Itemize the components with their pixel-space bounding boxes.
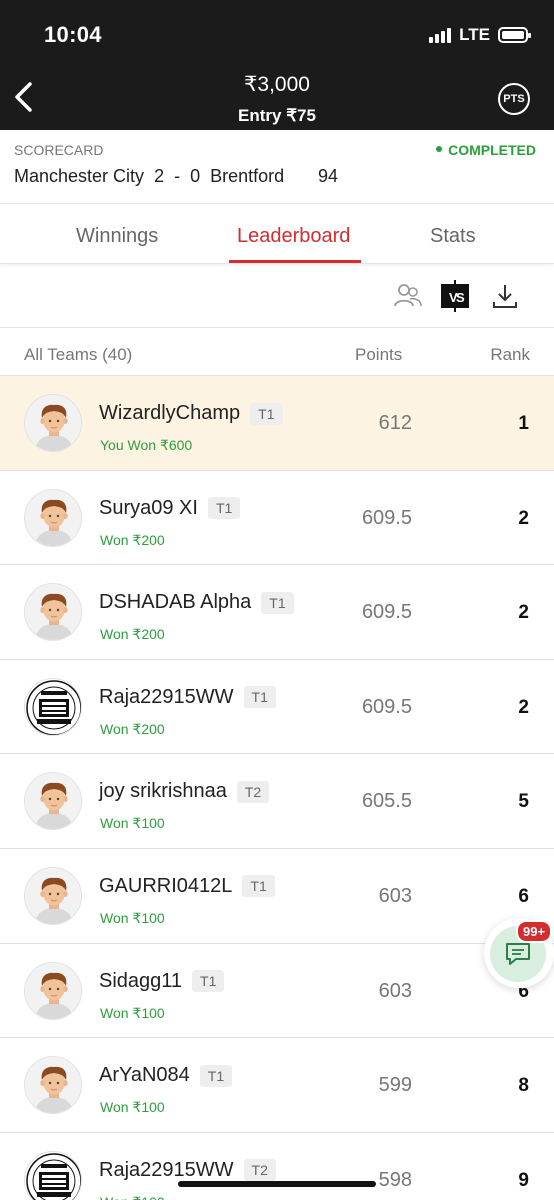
leaderboard-toolbar: V S (0, 264, 554, 328)
team-rank: 2 (518, 696, 529, 718)
winnings-text: Won ₹200 (100, 720, 165, 737)
match-status: COMPLETED (436, 142, 536, 158)
contest-entry-fee: Entry ₹75 (238, 106, 316, 125)
signal-icon (429, 27, 452, 43)
team-rank: 9 (518, 1169, 529, 1191)
team-tag: T1 (250, 402, 283, 425)
team-points: 609.5 (361, 506, 412, 529)
active-tab-indicator (229, 260, 361, 263)
leaderboard-row[interactable]: DSHADAB Alpha T1 Won ₹200 609.5 2 (0, 565, 554, 660)
users-compare-icon[interactable] (393, 282, 423, 310)
team-points: 605.5 (361, 790, 412, 813)
team-tag: T1 (242, 875, 275, 898)
team-owner-name: DSHADAB Alpha (99, 591, 252, 614)
avatar (24, 677, 82, 736)
team-points: 609.5 (361, 601, 412, 624)
team1-score: 2 (154, 166, 165, 186)
tab-winnings[interactable]: Winnings (76, 225, 158, 248)
team-tag: T2 (243, 1159, 276, 1182)
app-header: 10:04 LTE ₹3,000 Entry ₹75 PTS (0, 0, 554, 130)
team-owner-name: Raja22915WW (99, 685, 234, 708)
tab-leaderboard[interactable]: Leaderboard (237, 225, 350, 248)
team-tag: T2 (236, 780, 270, 803)
team-tag: T1 (199, 1064, 233, 1087)
vs-icon[interactable]: V S (440, 280, 470, 312)
team-owner-name: Raja22915WW (99, 1158, 234, 1181)
leaderboard-row[interactable]: GAURRI0412L T1 Won ₹100 603 6 (0, 848, 554, 944)
team-tag: T1 (243, 686, 276, 709)
status-time: 10:04 (44, 22, 102, 47)
leaderboard-row[interactable]: ArYaN084 T1 Won ₹100 599 8 (0, 1038, 554, 1133)
team2-score: 0 (190, 166, 201, 186)
all-teams-count: All Teams (40) (24, 345, 133, 364)
team-tag: T1 (192, 970, 225, 993)
avatar (24, 772, 82, 831)
avatar (24, 488, 82, 547)
points-system-button[interactable]: PTS (498, 83, 530, 115)
team-points: 609.5 (361, 695, 412, 718)
team-owner-name: Surya09 XI (99, 496, 198, 519)
avatar (24, 1056, 82, 1115)
leaderboard-row[interactable]: Sidagg11 T1 Won ₹100 603 6 (0, 943, 554, 1039)
team-tag: T1 (261, 591, 294, 614)
avatar (24, 961, 82, 1020)
leaderboard-row[interactable]: joy srikrishnaa T2 Won ₹100 605.5 5 (0, 754, 554, 849)
contest-prize: ₹3,000 (244, 73, 310, 96)
winnings-text: Won ₹100 (100, 1004, 165, 1021)
team-rank: 2 (518, 602, 529, 624)
winnings-text: Won ₹100 (100, 815, 165, 832)
avatar (24, 394, 82, 452)
rank-column-header: Rank (490, 345, 530, 364)
team-tag: T1 (207, 497, 241, 520)
leaderboard-row[interactable]: Surya09 XI T1 Won ₹200 609.5 2 (0, 470, 554, 566)
leaderboard-row[interactable]: WizardlyChamp T1 You Won ₹600 612 1 (0, 376, 554, 471)
team-points: 612 (378, 412, 412, 434)
team2-name: Brentford (210, 166, 285, 186)
team-rank: 2 (518, 507, 529, 529)
team-points: 603 (378, 884, 412, 907)
status-bar: 10:04 LTE (0, 0, 554, 70)
team-points: 599 (378, 1074, 412, 1097)
chat-unread-badge: 99+ (516, 920, 553, 943)
team-rank: 1 (518, 413, 529, 434)
leaderboard-list: WizardlyChamp T1 You Won ₹600 612 1 Sury… (0, 376, 554, 1200)
avatar (24, 1150, 82, 1200)
avatar (24, 583, 82, 642)
team1-name: Manchester City (14, 166, 145, 186)
team-owner-name: WizardlyChamp (99, 402, 241, 424)
winnings-text: Won ₹100 (100, 1099, 165, 1116)
winnings-text: Won ₹100 (100, 1194, 165, 1200)
network-label: LTE (459, 25, 490, 44)
svg-text:S: S (456, 290, 465, 305)
winnings-text: You Won ₹600 (100, 437, 193, 453)
team-rank: 5 (518, 791, 529, 813)
status-dot-icon (436, 146, 443, 153)
winnings-text: Won ₹200 (100, 626, 165, 643)
winnings-text: Won ₹200 (100, 531, 165, 548)
chat-icon (506, 943, 530, 965)
home-indicator (178, 1181, 376, 1187)
tab-stats[interactable]: Stats (430, 225, 476, 248)
team-owner-name: GAURRI0412L (99, 874, 233, 897)
leaderboard-row[interactable]: Raja22915WW T2 Won ₹100 598 9 (0, 1132, 554, 1200)
match-score: Manchester City 2 - 0 Brentford (14, 166, 284, 187)
team-rank: 8 (518, 1075, 529, 1097)
contest-tabs: Winnings Leaderboard Stats (0, 204, 554, 264)
points-column-header: Points (355, 345, 403, 364)
winnings-text: Won ₹100 (100, 909, 165, 926)
status-indicators: LTE (429, 25, 531, 45)
team-owner-name: ArYaN084 (99, 1064, 190, 1087)
team-rank: 6 (518, 885, 529, 907)
leaderboard-header: All Teams (40) Points Rank (0, 328, 554, 376)
battery-icon (498, 27, 531, 43)
team-owner-name: Sidagg11 (99, 969, 183, 992)
scorecard: SCORECARD COMPLETED Manchester City 2 - … (0, 130, 554, 204)
match-minutes: 94 (318, 166, 339, 186)
team-owner-name: joy srikrishnaa (99, 780, 227, 803)
download-icon[interactable] (491, 282, 519, 310)
avatar (24, 866, 82, 925)
team-points: 603 (378, 979, 412, 1002)
leaderboard-row[interactable]: Raja22915WW T1 Won ₹200 609.5 2 (0, 659, 554, 755)
